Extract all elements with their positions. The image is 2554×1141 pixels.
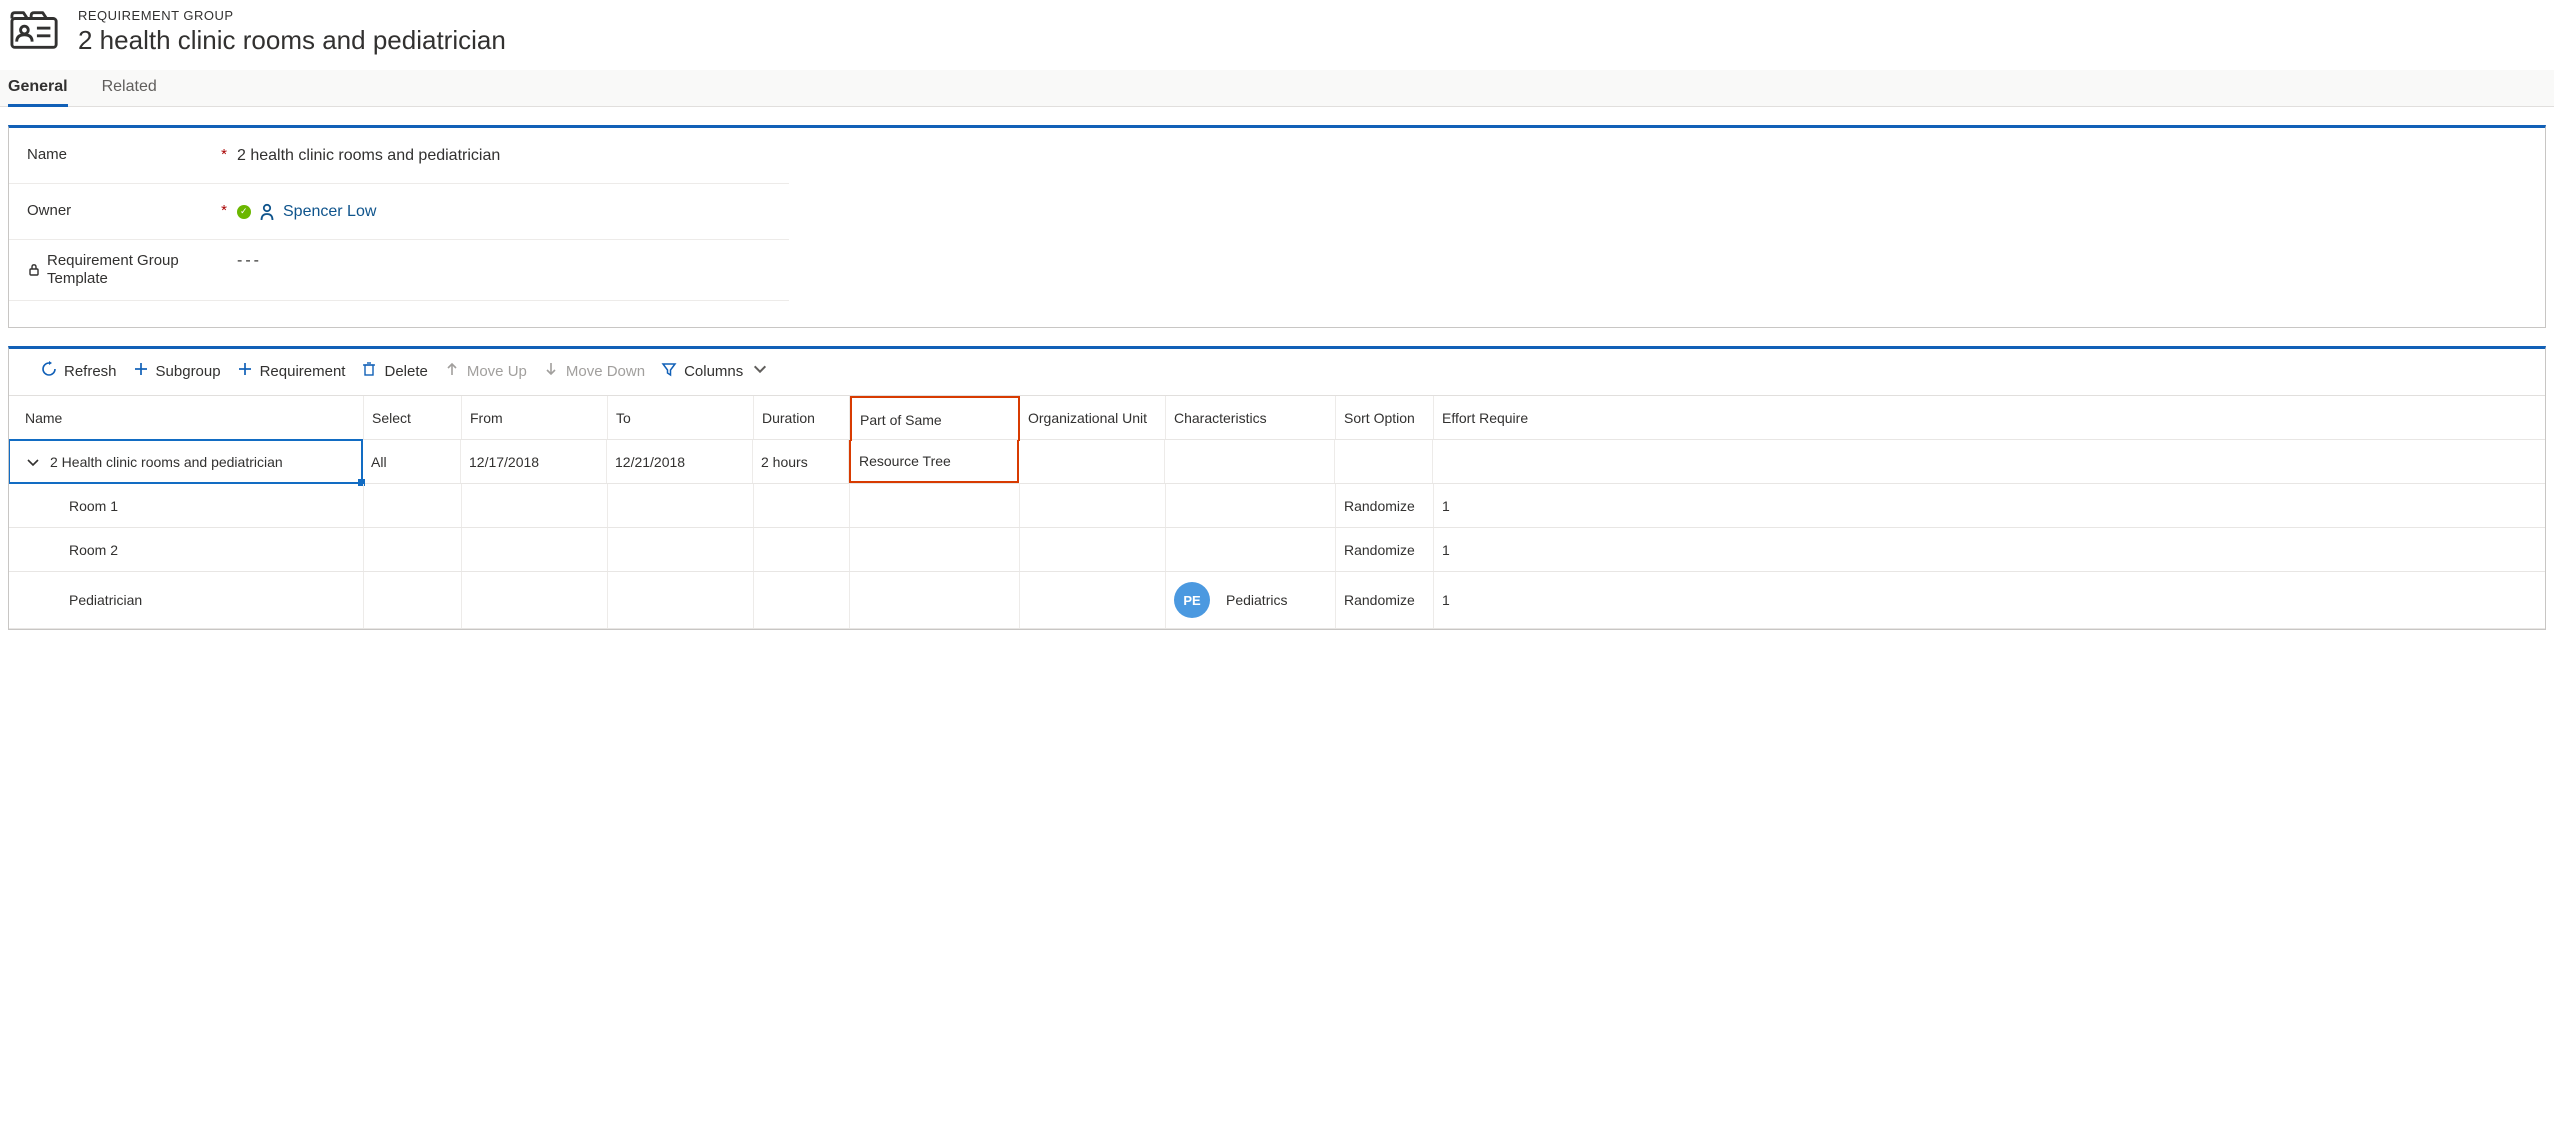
group-to[interactable]: 12/21/2018 — [607, 440, 753, 483]
tab-general[interactable]: General — [8, 70, 68, 106]
presence-available-icon — [237, 205, 251, 219]
entity-type-label: REQUIREMENT GROUP — [78, 8, 506, 23]
row-sort[interactable]: Randomize — [1336, 528, 1434, 571]
field-template: Requirement Group Template --- — [9, 240, 789, 301]
add-subgroup-button[interactable]: Subgroup — [133, 361, 221, 381]
col-part-of-same[interactable]: Part of Same — [850, 396, 1020, 441]
requirement-row[interactable]: Pediatrician PE Pediatrics Randomize 1 — [9, 572, 2545, 629]
characteristic-avatar: PE — [1174, 582, 1210, 618]
filter-icon — [661, 361, 677, 381]
field-owner-label: Owner — [27, 202, 71, 221]
field-name-value[interactable]: 2 health clinic rooms and pediatrician — [237, 147, 500, 165]
lock-icon — [27, 263, 41, 277]
requirement-row[interactable]: Room 1 Randomize 1 — [9, 484, 2545, 528]
refresh-icon — [41, 361, 57, 381]
col-characteristics[interactable]: Characteristics — [1166, 396, 1336, 439]
field-owner: Owner * Spencer Low — [9, 184, 789, 240]
group-from[interactable]: 12/17/2018 — [461, 440, 607, 483]
col-to[interactable]: To — [608, 396, 754, 439]
entity-card-icon — [10, 8, 60, 54]
group-part-of-same[interactable]: Resource Tree — [849, 440, 1019, 483]
grid-header-row: Name Select From To Duration Part of Sam… — [9, 396, 2545, 440]
add-requirement-button[interactable]: Requirement — [237, 361, 346, 381]
chevron-down-icon — [752, 361, 768, 381]
move-down-button: Move Down — [543, 361, 645, 381]
group-eff[interactable] — [1433, 440, 2545, 483]
characteristic-text: Pediatrics — [1226, 592, 1287, 608]
col-duration[interactable]: Duration — [754, 396, 850, 439]
plus-icon — [237, 361, 253, 381]
row-sort[interactable]: Randomize — [1336, 572, 1434, 628]
row-effort[interactable]: 1 — [1434, 528, 2545, 571]
row-sort[interactable]: Randomize — [1336, 484, 1434, 527]
row-effort[interactable]: 1 — [1434, 572, 2545, 628]
arrow-down-icon — [543, 361, 559, 381]
tab-related[interactable]: Related — [102, 70, 157, 106]
group-duration[interactable]: 2 hours — [753, 440, 849, 483]
col-effort-required[interactable]: Effort Require — [1434, 396, 2545, 439]
col-from[interactable]: From — [462, 396, 608, 439]
requirements-grid: Name Select From To Duration Part of Sam… — [9, 395, 2545, 629]
required-indicator: * — [221, 202, 237, 221]
col-select[interactable]: Select — [364, 396, 462, 439]
group-select[interactable]: All — [363, 440, 461, 483]
person-icon — [259, 203, 275, 221]
requirement-row[interactable]: Room 2 Randomize 1 — [9, 528, 2545, 572]
required-indicator: * — [221, 146, 237, 165]
col-org-unit[interactable]: Organizational Unit — [1020, 396, 1166, 439]
move-up-button: Move Up — [444, 361, 527, 381]
col-name[interactable]: Name — [9, 396, 364, 439]
plus-icon — [133, 361, 149, 381]
group-char[interactable] — [1165, 440, 1335, 483]
row-name[interactable]: Pediatrician — [9, 572, 364, 628]
group-row[interactable]: 2 Health clinic rooms and pediatrician A… — [9, 440, 2545, 484]
trash-icon — [361, 361, 377, 381]
chevron-down-icon[interactable] — [26, 455, 40, 469]
row-name[interactable]: Room 1 — [9, 484, 364, 527]
refresh-button[interactable]: Refresh — [41, 361, 117, 381]
field-name: Name * 2 health clinic rooms and pediatr… — [9, 128, 789, 184]
col-sort-option[interactable]: Sort Option — [1336, 396, 1434, 439]
page-title: 2 health clinic rooms and pediatrician — [78, 25, 506, 56]
tabs-bar: General Related — [0, 70, 2554, 107]
row-effort[interactable]: 1 — [1434, 484, 2545, 527]
owner-link[interactable]: Spencer Low — [283, 203, 376, 221]
arrow-up-icon — [444, 361, 460, 381]
form-section: Name * 2 health clinic rooms and pediatr… — [8, 125, 2546, 328]
delete-button[interactable]: Delete — [361, 361, 427, 381]
grid-section: Refresh Subgroup Requirement Delete Move… — [8, 346, 2546, 630]
group-name: 2 Health clinic rooms and pediatrician — [50, 454, 283, 470]
field-template-label: Requirement Group Template — [47, 252, 207, 288]
group-org[interactable] — [1019, 440, 1165, 483]
columns-button[interactable]: Columns — [661, 361, 768, 381]
grid-toolbar: Refresh Subgroup Requirement Delete Move… — [9, 349, 2545, 395]
group-sort[interactable] — [1335, 440, 1433, 483]
page-header: REQUIREMENT GROUP 2 health clinic rooms … — [0, 0, 2554, 70]
field-name-label: Name — [27, 146, 67, 165]
field-template-value: --- — [237, 252, 262, 270]
row-name[interactable]: Room 2 — [9, 528, 364, 571]
row-characteristics[interactable]: PE Pediatrics — [1166, 572, 1336, 628]
group-name-cell[interactable]: 2 Health clinic rooms and pediatrician — [9, 439, 363, 484]
